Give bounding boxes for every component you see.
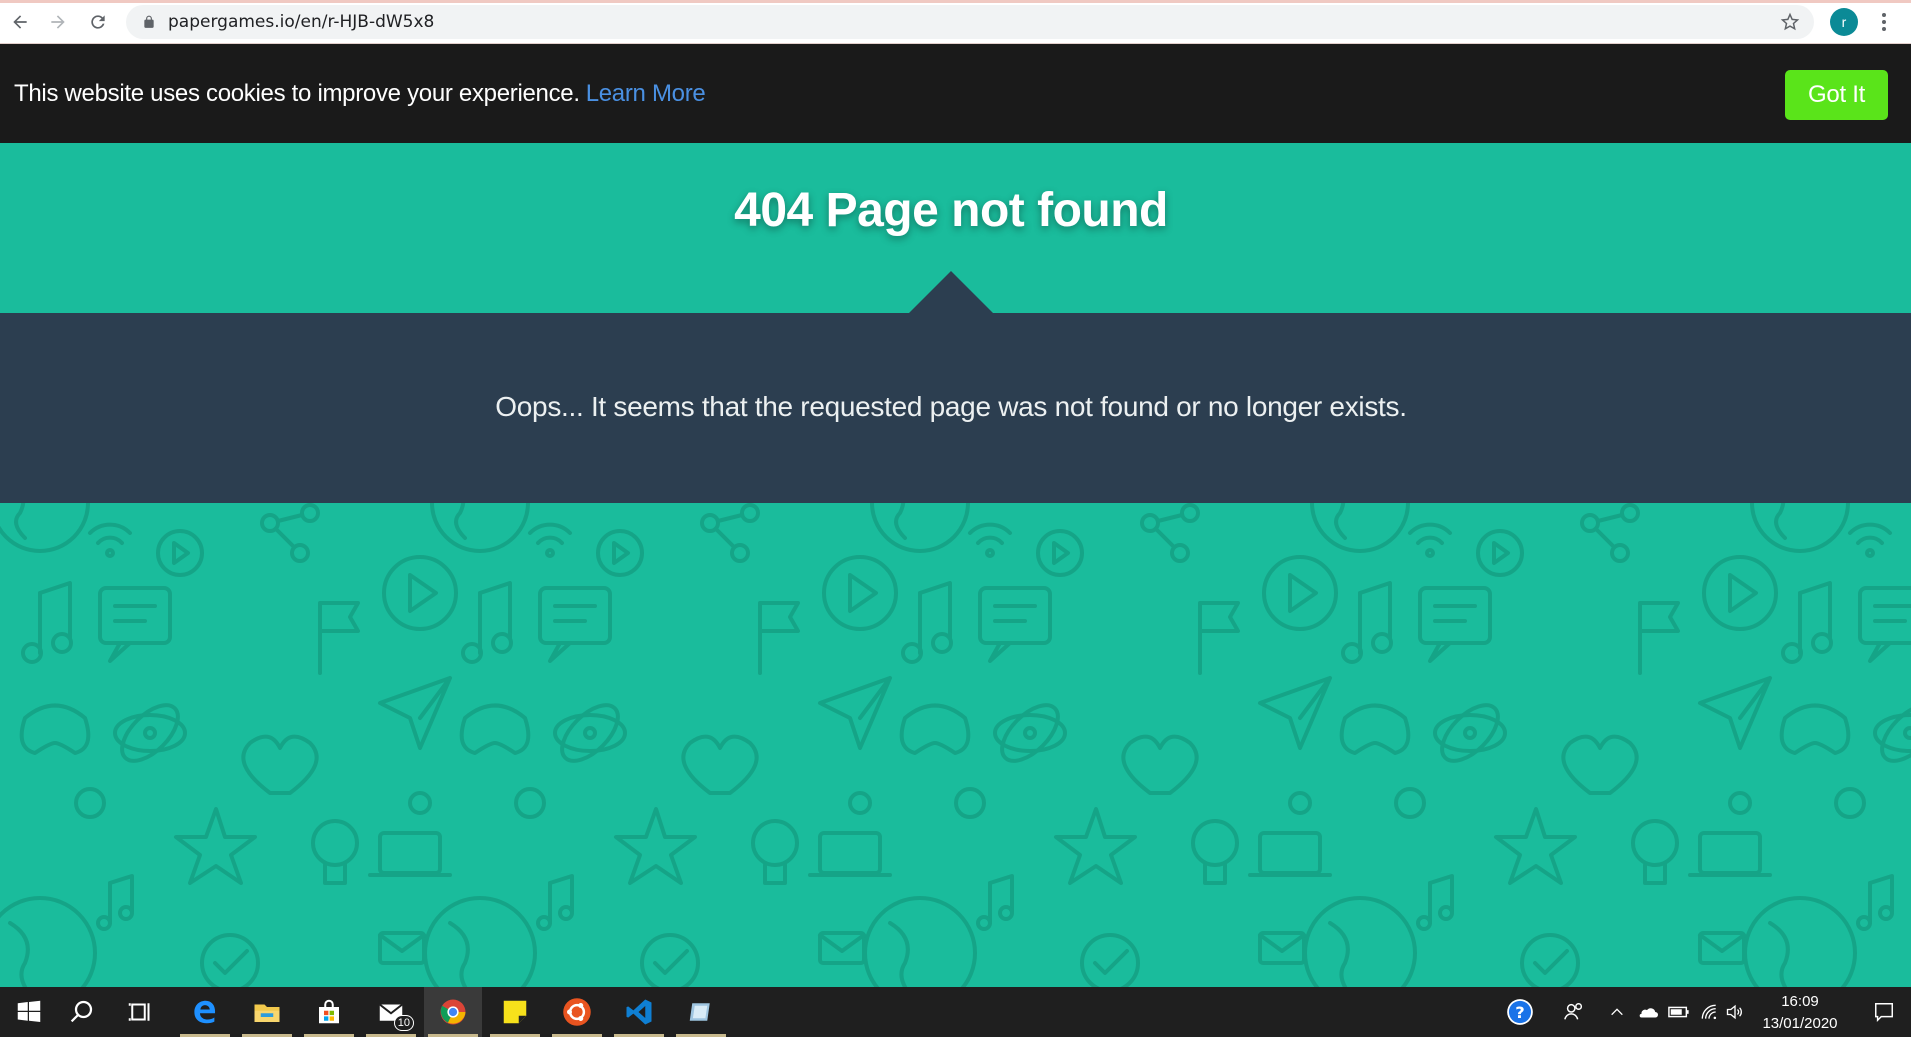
task-view-icon <box>128 1003 150 1021</box>
start-button[interactable] <box>0 987 58 1037</box>
lock-icon <box>144 15 154 28</box>
notification-icon <box>1875 1003 1893 1023</box>
windows-start-icon <box>17 1000 41 1022</box>
chrome-icon <box>440 999 466 1025</box>
clock-time: 16:09 <box>1781 993 1819 1010</box>
taskbar-app[interactable] <box>672 987 730 1037</box>
clock-date: 13/01/2020 <box>1762 1015 1838 1032</box>
file-explorer-icon <box>254 1004 280 1022</box>
taskbar-ubuntu[interactable] <box>548 987 606 1037</box>
sticky-notes-icon <box>503 1000 527 1024</box>
people-tray[interactable] <box>1556 987 1592 1037</box>
app-icon <box>689 1003 710 1021</box>
help-tray[interactable]: ? <box>1500 987 1540 1037</box>
taskbar: 10 ? 16:09 13/01/2020 <box>0 987 1911 1037</box>
onedrive-tray[interactable] <box>1632 987 1662 1037</box>
learn-more-link[interactable]: Learn More <box>586 80 706 108</box>
svg-text:?: ? <box>1515 1003 1524 1022</box>
cookie-banner: This website uses cookies to improve you… <box>0 44 1911 143</box>
cookie-message: This website uses cookies to improve you… <box>14 79 580 107</box>
action-center-button[interactable] <box>1858 987 1910 1037</box>
store-icon <box>319 999 339 1024</box>
mail-badge: 10 <box>393 1015 414 1031</box>
taskbar-vscode[interactable] <box>610 987 668 1037</box>
pointer-triangle <box>909 271 993 313</box>
forward-arrow-icon <box>51 15 65 29</box>
browser-toolbar: papergames.io/en/r-HJB-dW5x8 r <box>0 0 1911 44</box>
taskbar-file-explorer[interactable] <box>238 987 296 1037</box>
wifi-icon <box>1701 1004 1717 1020</box>
ubuntu-icon <box>563 998 591 1026</box>
taskbar-sticky-notes[interactable] <box>486 987 544 1037</box>
taskbar-chrome[interactable] <box>424 987 482 1037</box>
wifi-tray[interactable] <box>1694 987 1724 1037</box>
show-hidden-icons[interactable] <box>1604 987 1630 1037</box>
system-clock[interactable]: 16:09 13/01/2020 <box>1740 991 1860 1035</box>
search-icon <box>70 1000 93 1023</box>
got-it-button[interactable]: Got It <box>1785 70 1888 120</box>
battery-tray[interactable] <box>1664 987 1694 1037</box>
page-title: 404 Page not found <box>734 184 1168 237</box>
reload-icon <box>91 15 105 29</box>
reload-button[interactable] <box>78 2 118 42</box>
background-pattern <box>0 503 1911 987</box>
address-bar[interactable]: papergames.io/en/r-HJB-dW5x8 <box>126 5 1814 39</box>
avatar-letter: r <box>1841 14 1847 30</box>
url-text: papergames.io/en/r-HJB-dW5x8 <box>168 12 435 32</box>
people-icon <box>1564 1003 1583 1020</box>
forward-button[interactable] <box>38 2 78 42</box>
avatar[interactable]: r <box>1830 8 1858 36</box>
taskbar-store[interactable] <box>300 987 358 1037</box>
vscode-icon <box>626 999 652 1025</box>
chevron-up-icon <box>1611 1008 1623 1016</box>
error-message: Oops... It seems that the requested page… <box>495 391 1407 422</box>
battery-icon <box>1668 1006 1689 1018</box>
taskbar-mail[interactable]: 10 <box>362 987 420 1037</box>
search-button[interactable] <box>52 987 110 1037</box>
taskbar-edge[interactable] <box>176 987 234 1037</box>
task-view-button[interactable] <box>112 987 170 1037</box>
onedrive-icon <box>1639 1008 1658 1018</box>
help-icon: ? <box>1507 999 1533 1025</box>
browser-menu-icon[interactable] <box>1872 8 1896 36</box>
back-arrow-icon <box>13 15 27 29</box>
pattern-icons <box>0 503 1911 987</box>
message-section: Oops... It seems that the requested page… <box>0 271 1911 503</box>
bookmark-star-icon[interactable] <box>1780 12 1800 32</box>
back-button[interactable] <box>0 2 40 42</box>
edge-icon <box>194 1000 216 1024</box>
